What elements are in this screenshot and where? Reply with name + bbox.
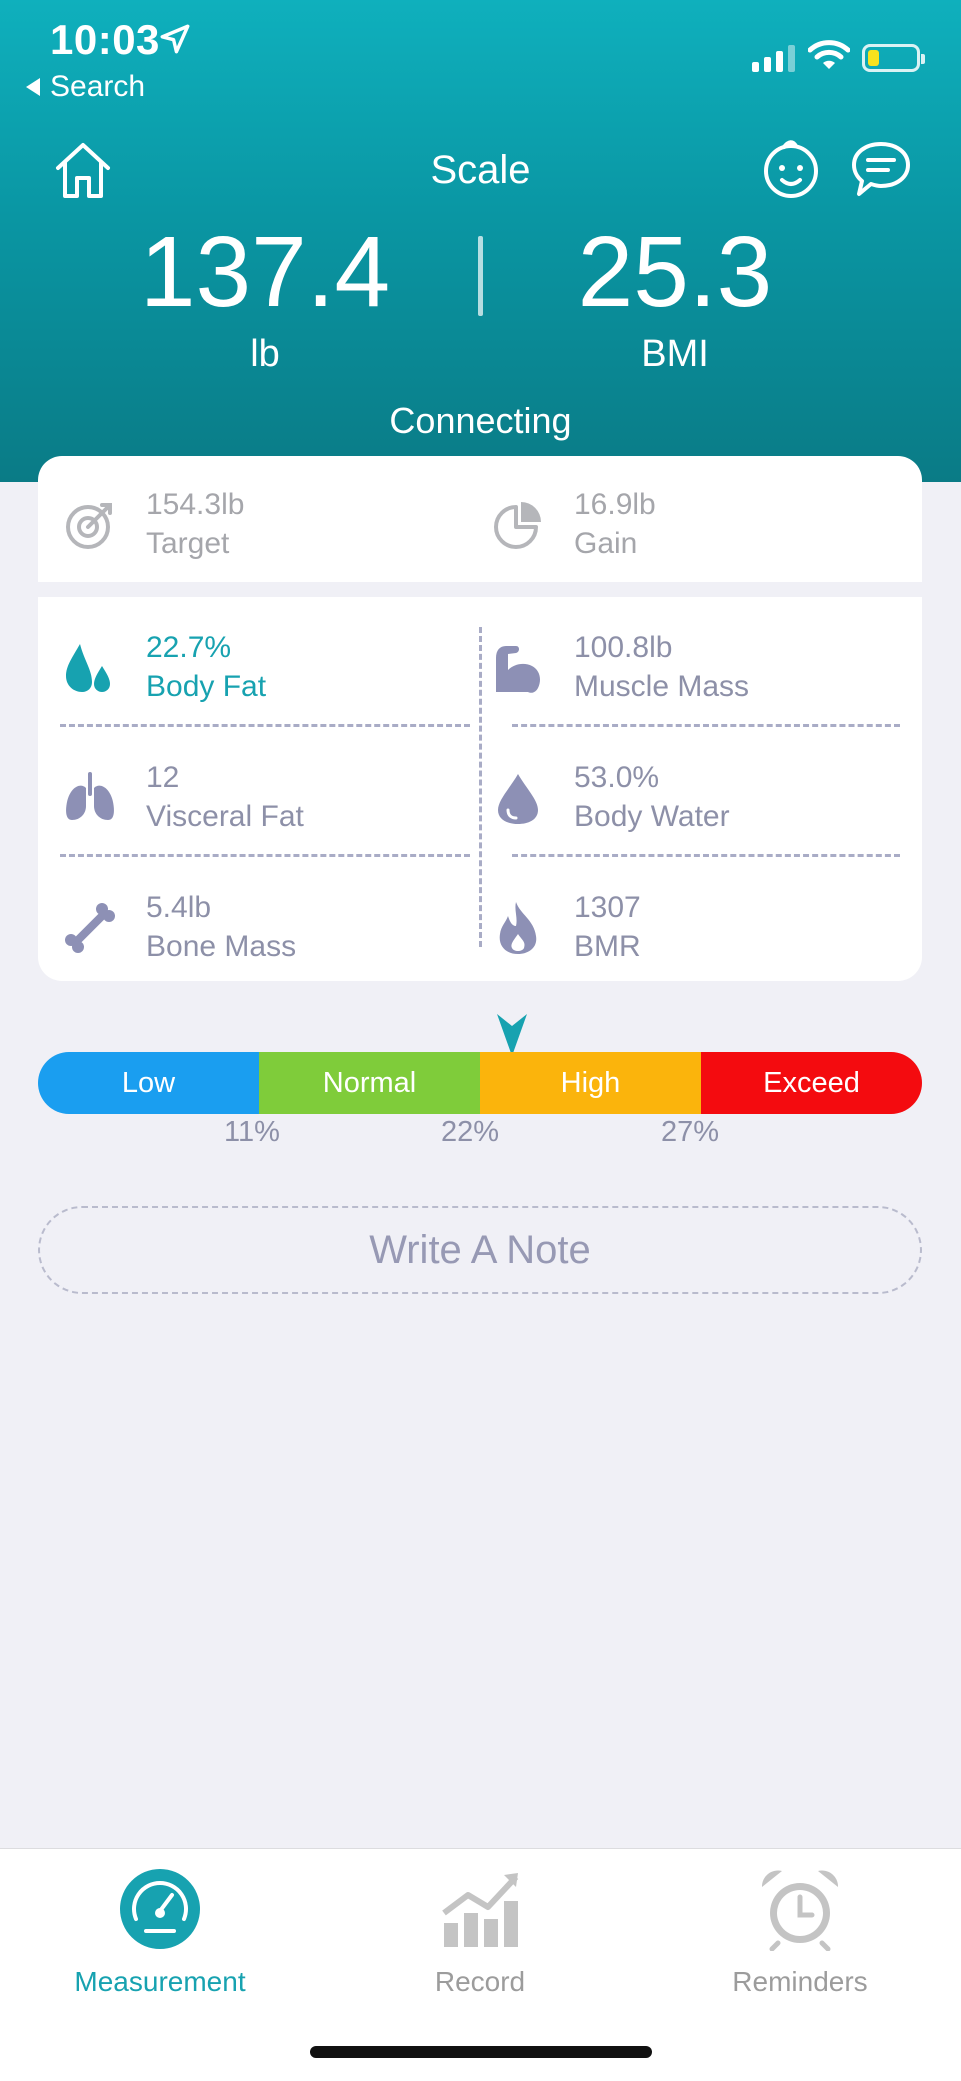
weight-unit: lb <box>250 333 280 375</box>
metric-value: 22.7% <box>146 631 232 664</box>
metric-label: Body Fat <box>146 670 267 703</box>
metric-label: Visceral Fat <box>146 800 304 833</box>
range-threshold: 22% <box>440 1116 500 1148</box>
gain-cell[interactable]: 16.9lb Gain <box>490 486 656 564</box>
chart-icon <box>442 1873 519 1947</box>
header-divider <box>478 236 483 316</box>
metric-label: Muscle Mass <box>574 670 750 703</box>
back-triangle-icon <box>26 78 40 96</box>
metric-value: 1307 <box>574 891 641 924</box>
water-drop-icon <box>498 774 538 824</box>
tab-measurement[interactable]: Measurement <box>40 1867 280 1998</box>
metric-value: 5.4lb <box>146 891 212 924</box>
metric-value: 53.0% <box>574 761 660 794</box>
body-fat-drops-icon <box>66 644 110 692</box>
gauge-icon <box>120 1869 200 1949</box>
tab-record[interactable]: Record <box>360 1867 600 1998</box>
connection-status: Connecting <box>389 400 572 441</box>
bone-icon <box>65 903 115 953</box>
pie-chart-icon <box>494 502 541 549</box>
back-label: Search <box>50 70 146 103</box>
metric-body-fat[interactable]: 22.7% Body Fat <box>62 629 266 707</box>
row-divider <box>60 724 470 727</box>
range-threshold: 11% <box>224 1116 280 1148</box>
battery-icon <box>862 44 925 72</box>
alarm-clock-icon <box>761 1870 839 1952</box>
range-threshold: 27% <box>660 1116 720 1148</box>
metric-body-water[interactable]: 53.0% Body Water <box>490 759 730 837</box>
range-segment-normal: Normal <box>259 1052 480 1114</box>
wifi-icon <box>808 40 850 69</box>
metric-label: Body Water <box>574 800 730 833</box>
bmi-value: 25.3 <box>577 216 773 328</box>
column-divider <box>479 627 482 947</box>
location-arrow-icon <box>160 24 190 54</box>
range-segment-exceed: Exceed <box>701 1052 922 1114</box>
row-divider <box>512 854 900 857</box>
row-divider <box>512 724 900 727</box>
goal-card: 154.3lb Target 16.9lb Gain <box>38 456 922 582</box>
tab-label: Record <box>434 1966 526 1997</box>
header: 10:03 Search Scale 137.4 lb 25.3 BMI Con… <box>0 0 961 482</box>
status-time: 10:03 <box>50 16 160 63</box>
tab-reminders[interactable]: Reminders <box>680 1867 920 1998</box>
cellular-signal-icon <box>752 44 795 72</box>
metric-muscle-mass[interactable]: 100.8lb Muscle Mass <box>490 629 749 707</box>
metric-bmr[interactable]: 1307 BMR <box>490 889 641 967</box>
baby-face-icon[interactable] <box>760 138 822 200</box>
metrics-card: 22.7% Body Fat 100.8lb Muscle Mass 12 Vi… <box>38 597 922 981</box>
home-indicator <box>310 2046 652 2058</box>
tab-label: Measurement <box>74 1966 246 1997</box>
chat-bubble-icon[interactable] <box>850 138 912 200</box>
metric-value: 12 <box>146 761 180 794</box>
target-icon <box>66 503 112 549</box>
target-label: Target <box>146 527 230 560</box>
gain-label: Gain <box>574 527 638 560</box>
target-cell[interactable]: 154.3lb Target <box>62 486 244 564</box>
metric-value: 100.8lb <box>574 631 673 664</box>
range-segment-low: Low <box>38 1052 259 1114</box>
row-divider <box>60 854 470 857</box>
metric-label: BMR <box>574 930 641 963</box>
target-value: 154.3lb <box>146 488 245 521</box>
weight-value: 137.4 <box>139 216 391 328</box>
muscle-arm-icon <box>496 646 540 693</box>
back-to-search-link[interactable]: Search <box>26 70 145 104</box>
bmi-label: BMI <box>641 333 709 375</box>
tab-label: Reminders <box>732 1966 868 1997</box>
metric-bone-mass[interactable]: 5.4lb Bone Mass <box>62 889 296 967</box>
lungs-icon <box>66 772 114 820</box>
metric-visceral-fat[interactable]: 12 Visceral Fat <box>62 759 304 837</box>
flame-icon <box>499 902 537 954</box>
gain-value: 16.9lb <box>574 488 656 521</box>
body-fat-range-bar: Low Normal High Exceed <box>38 1052 922 1114</box>
write-note-button[interactable]: Write A Note <box>38 1206 922 1294</box>
range-segment-high: High <box>480 1052 701 1114</box>
metric-label: Bone Mass <box>146 930 297 963</box>
